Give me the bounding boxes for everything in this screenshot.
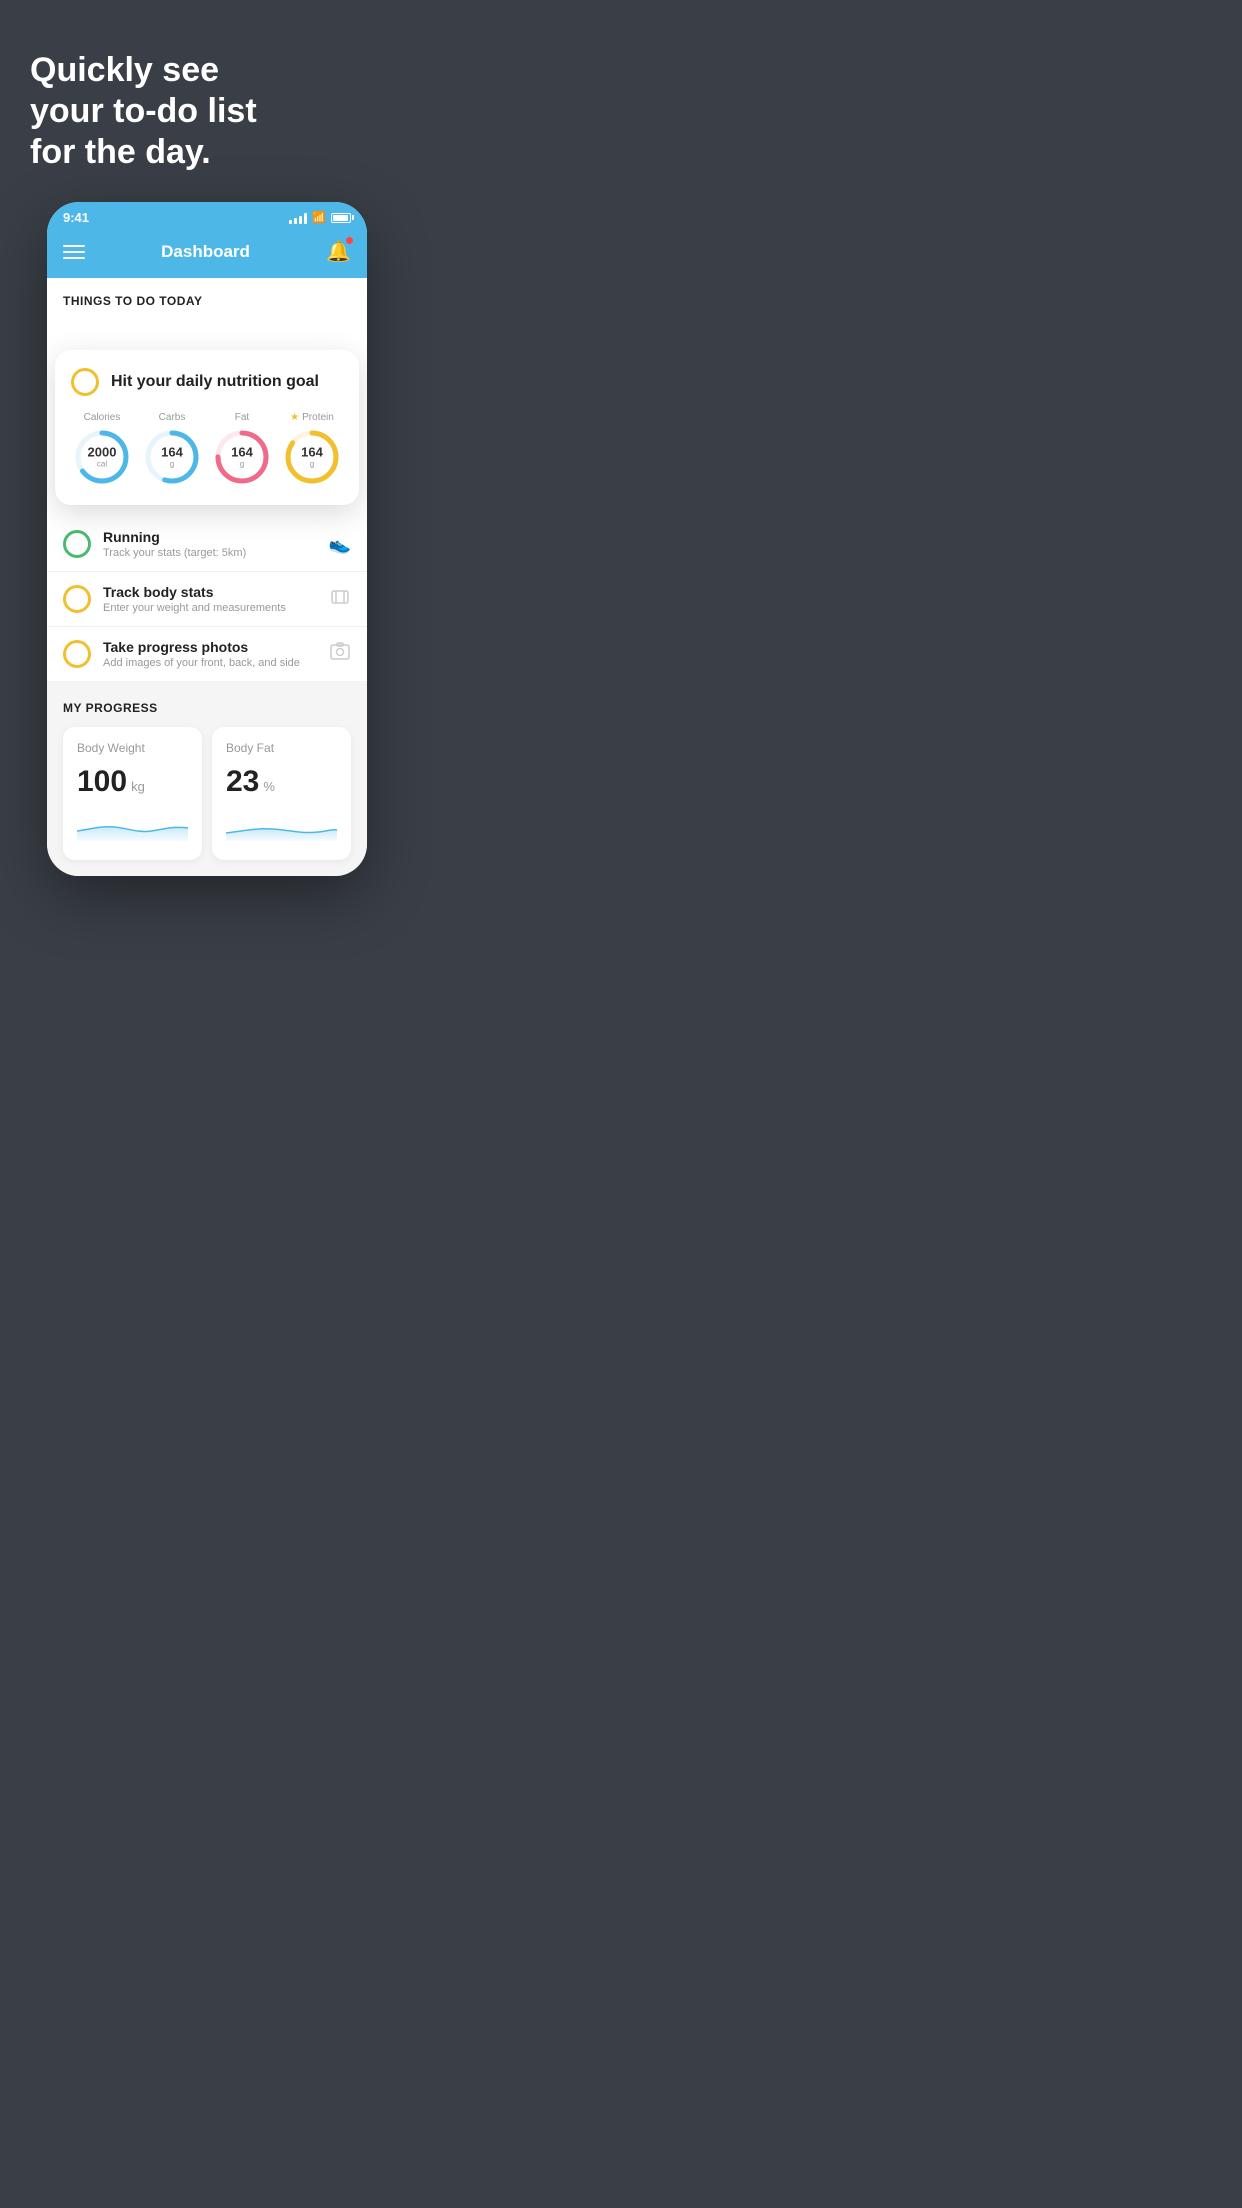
body-weight-unit: kg [131,779,145,794]
fat-ring: 164 g [212,427,272,487]
body-stats-sublabel: Enter your weight and measurements [103,602,317,614]
section-header: THINGS TO DO TODAY [47,278,367,360]
body-weight-title: Body Weight [77,741,188,755]
battery-icon [331,213,351,223]
protein-star: ★ [290,412,299,423]
phone-wrapper: 9:41 📶 Dashboard [47,202,367,876]
task-running[interactable]: Running Track your stats (target: 5km) 👟 [47,517,367,572]
menu-button[interactable] [63,245,85,259]
nutrition-protein: ★ Protein 164 g [282,412,342,487]
photos-label: Take progress photos [103,639,317,655]
progress-title: MY PROGRESS [63,701,351,715]
body-weight-chart [77,811,188,841]
photos-icon [329,641,351,668]
nutrition-task-label: Hit your daily nutrition goal [111,373,319,391]
status-bar: 9:41 📶 [47,202,367,229]
photos-text: Take progress photos Add images of your … [103,639,317,669]
body-fat-title: Body Fat [226,741,337,755]
running-icon: 👟 [329,534,351,555]
notification-dot [346,237,353,244]
time: 9:41 [63,210,89,225]
task-list: Running Track your stats (target: 5km) 👟… [47,517,367,681]
protein-ring: 164 g [282,427,342,487]
body-fat-value-row: 23 % [226,765,337,799]
notification-button[interactable]: 🔔 [326,239,351,264]
body-weight-card[interactable]: Body Weight 100 kg [63,727,202,860]
progress-cards: Body Weight 100 kg [63,727,351,860]
carbs-unit: g [161,460,183,469]
things-section-title: THINGS TO DO TODAY [63,294,202,308]
status-icons: 📶 [289,211,351,224]
nutrition-grid: Calories 2000 cal Carbs [71,412,343,487]
running-label: Running [103,529,317,545]
protein-unit: g [301,460,323,469]
nav-title: Dashboard [161,242,250,262]
wifi-icon: 📶 [312,211,326,224]
fat-value: 164 [231,446,253,460]
body-fat-card[interactable]: Body Fat 23 % [212,727,351,860]
nutrition-card[interactable]: Hit your daily nutrition goal Calories 2… [55,350,359,505]
body-fat-value: 23 [226,765,259,799]
phone: 9:41 📶 Dashboard [47,202,367,876]
nutrition-task-row: Hit your daily nutrition goal [71,368,343,396]
nutrition-circle [71,368,99,396]
body-stats-icon [329,586,351,613]
task-body-stats[interactable]: Track body stats Enter your weight and m… [47,572,367,627]
body-stats-label: Track body stats [103,584,317,600]
body-weight-value-row: 100 kg [77,765,188,799]
running-circle [63,530,91,558]
photos-circle [63,640,91,668]
body-stats-text: Track body stats Enter your weight and m… [103,584,317,614]
progress-section: MY PROGRESS Body Weight 100 kg [47,681,367,876]
carbs-ring: 164 g [142,427,202,487]
fat-label: Fat [235,412,249,423]
hero-section: Quickly see your to-do list for the day. [0,0,414,202]
signal-icon [289,212,307,224]
carbs-label: Carbs [159,412,186,423]
fat-unit: g [231,460,253,469]
body-weight-value: 100 [77,765,127,799]
body-fat-chart [226,811,337,841]
calories-value: 2000 [88,446,117,460]
protein-value: 164 [301,446,323,460]
running-sublabel: Track your stats (target: 5km) [103,547,317,559]
nav-header: Dashboard 🔔 [47,229,367,278]
task-progress-photos[interactable]: Take progress photos Add images of your … [47,627,367,681]
calories-ring: 2000 cal [72,427,132,487]
photos-sublabel: Add images of your front, back, and side [103,657,317,669]
protein-label: ★ Protein [290,412,334,423]
nutrition-carbs: Carbs 164 g [142,412,202,487]
carbs-value: 164 [161,446,183,460]
calories-label: Calories [84,412,121,423]
body-stats-circle [63,585,91,613]
calories-unit: cal [88,460,117,469]
running-text: Running Track your stats (target: 5km) [103,529,317,559]
nutrition-fat: Fat 164 g [212,412,272,487]
body-fat-unit: % [263,779,275,794]
hero-title: Quickly see your to-do list for the day. [30,50,384,172]
nutrition-calories: Calories 2000 cal [72,412,132,487]
